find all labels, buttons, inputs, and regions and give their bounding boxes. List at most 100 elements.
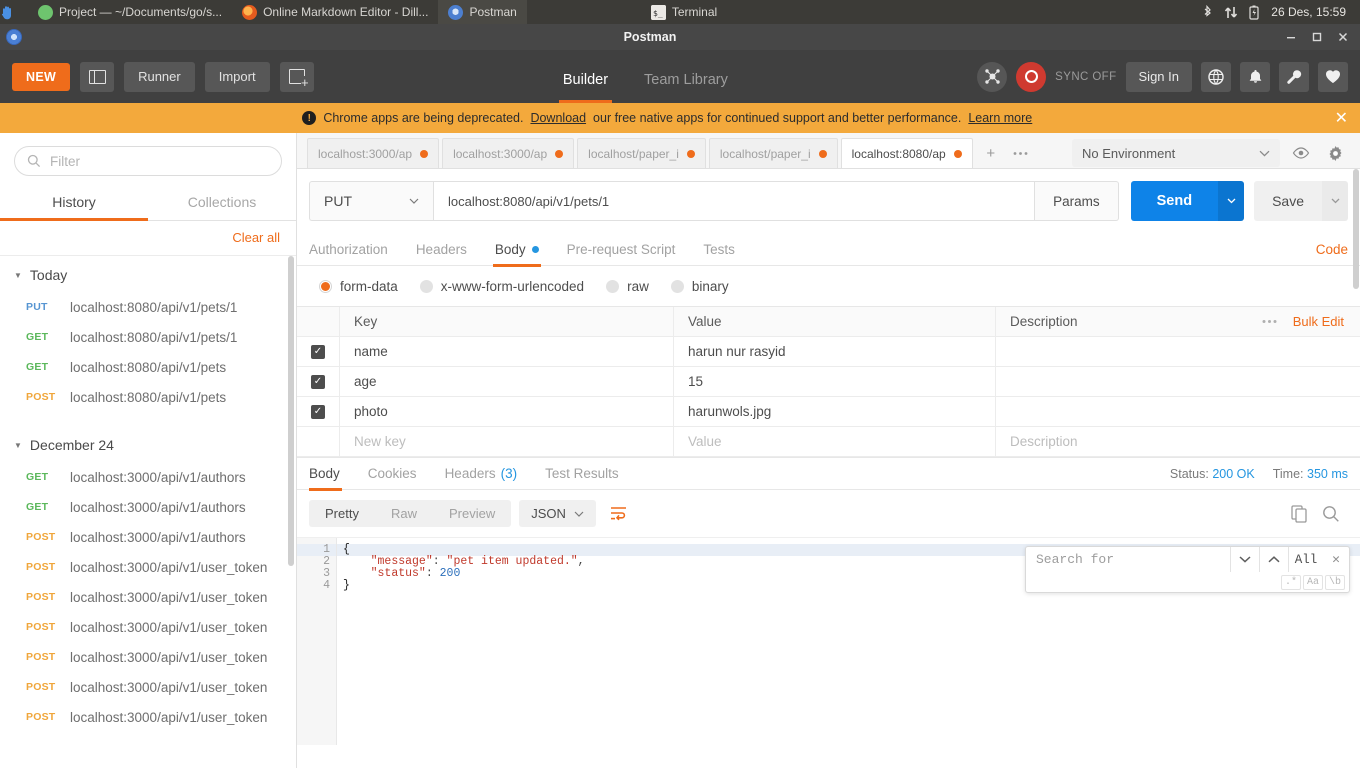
- row-key[interactable]: photo: [339, 397, 673, 426]
- row-description[interactable]: [995, 337, 1360, 366]
- search-input[interactable]: Filter: [14, 146, 282, 176]
- new-description-input[interactable]: Description: [995, 427, 1360, 456]
- table-row[interactable]: ✓ photo harunwols.jpg: [297, 397, 1360, 427]
- request-tab[interactable]: localhost/paper_i: [708, 138, 838, 168]
- bluetooth-icon[interactable]: [1202, 4, 1213, 20]
- row-description[interactable]: [995, 397, 1360, 426]
- tab-pre-request-script[interactable]: Pre-request Script: [553, 233, 690, 266]
- send-options-button[interactable]: [1218, 181, 1245, 221]
- wrench-button[interactable]: [1279, 61, 1309, 92]
- list-item[interactable]: POST localhost:3000/api/v1/user_token: [0, 672, 296, 702]
- environment-select[interactable]: No Environment: [1072, 139, 1280, 167]
- tab-tests[interactable]: Tests: [689, 233, 749, 266]
- new-window-button[interactable]: [279, 61, 314, 92]
- save-options-button[interactable]: [1322, 181, 1348, 221]
- banner-close-button[interactable]: ✕: [1335, 108, 1360, 128]
- code-link[interactable]: Code: [1316, 242, 1348, 257]
- list-item[interactable]: POST localhost:3000/api/v1/user_token: [0, 732, 296, 736]
- list-item[interactable]: GET localhost:3000/api/v1/authors: [0, 492, 296, 522]
- find-input[interactable]: Search for: [1026, 547, 1231, 572]
- row-checkbox[interactable]: ✓: [297, 397, 339, 426]
- response-tab-headers[interactable]: Headers (3): [431, 457, 532, 490]
- minimize-button[interactable]: [1278, 24, 1304, 50]
- globe-button[interactable]: [1201, 61, 1231, 92]
- find-all-button[interactable]: All: [1289, 547, 1323, 572]
- list-item[interactable]: POST localhost:3000/api/v1/user_token: [0, 612, 296, 642]
- send-button[interactable]: Send: [1130, 181, 1219, 221]
- new-button[interactable]: NEW: [12, 62, 71, 91]
- list-item[interactable]: POST localhost:3000/api/v1/authors: [0, 522, 296, 552]
- list-item[interactable]: POST localhost:3000/api/v1/user_token: [0, 582, 296, 612]
- banner-download-link[interactable]: Download: [530, 111, 586, 125]
- list-item[interactable]: GET localhost:8080/api/v1/pets/1: [0, 322, 296, 352]
- radio-form-data[interactable]: form-data: [319, 279, 398, 294]
- row-checkbox[interactable]: ✓: [297, 337, 339, 366]
- sign-in-button[interactable]: Sign In: [1125, 61, 1192, 92]
- tab-body[interactable]: Body: [481, 233, 553, 267]
- view-mode-preview[interactable]: Preview: [433, 500, 511, 527]
- regex-toggle[interactable]: .*: [1280, 574, 1301, 590]
- list-item[interactable]: GET localhost:3000/api/v1/authors: [0, 462, 296, 492]
- view-mode-raw[interactable]: Raw: [375, 500, 433, 527]
- sidebar-scrollbar[interactable]: [288, 256, 294, 566]
- table-row[interactable]: ✓ name harun nur rasyid: [297, 337, 1360, 367]
- request-tab[interactable]: localhost/paper_i: [577, 138, 706, 168]
- radio-raw[interactable]: raw: [606, 279, 649, 294]
- list-item[interactable]: PUT localhost:8080/api/v1/pets/1: [0, 292, 296, 322]
- find-prev-button[interactable]: [1260, 547, 1289, 572]
- sidebar-toggle-button[interactable]: [80, 61, 115, 92]
- response-tab-body[interactable]: Body: [309, 457, 354, 491]
- eye-button[interactable]: [1288, 140, 1314, 166]
- tab-authorization[interactable]: Authorization: [309, 233, 402, 266]
- bulk-edit-button[interactable]: Bulk Edit: [1293, 307, 1360, 336]
- row-key[interactable]: name: [339, 337, 673, 366]
- sync-button[interactable]: [1016, 61, 1047, 92]
- response-tab-test-results[interactable]: Test Results: [531, 457, 633, 490]
- interceptor-button[interactable]: [977, 61, 1008, 92]
- save-button[interactable]: Save: [1254, 181, 1322, 221]
- request-tab-active[interactable]: localhost:8080/ap: [840, 138, 973, 168]
- find-next-button[interactable]: [1231, 547, 1260, 572]
- network-updown-icon[interactable]: [1224, 5, 1238, 20]
- whole-word-toggle[interactable]: \b: [1324, 574, 1345, 590]
- params-button[interactable]: Params: [1035, 181, 1119, 221]
- list-item[interactable]: POST localhost:3000/api/v1/user_token: [0, 642, 296, 672]
- banner-learn-more-link[interactable]: Learn more: [968, 111, 1032, 125]
- word-wrap-button[interactable]: [604, 502, 633, 525]
- runner-button[interactable]: Runner: [124, 61, 195, 92]
- copy-button[interactable]: [1291, 504, 1308, 523]
- taskbar-item-terminal[interactable]: $_ Terminal: [641, 0, 727, 24]
- row-key[interactable]: age: [339, 367, 673, 396]
- table-row[interactable]: ✓ age 15: [297, 367, 1360, 397]
- more-options-icon[interactable]: [1262, 307, 1293, 336]
- import-button[interactable]: Import: [204, 61, 270, 92]
- close-button[interactable]: [1330, 24, 1356, 50]
- taskbar-item-markdown-editor[interactable]: Online Markdown Editor - Dill...: [232, 0, 438, 24]
- taskbar-item-project[interactable]: Project — ~/Documents/go/s...: [28, 0, 232, 24]
- taskbar-item-postman[interactable]: Postman: [438, 0, 527, 24]
- heart-button[interactable]: [1318, 61, 1348, 92]
- view-mode-pretty[interactable]: Pretty: [309, 500, 375, 527]
- maximize-button[interactable]: [1304, 24, 1330, 50]
- list-item[interactable]: POST localhost:8080/api/v1/pets: [0, 382, 296, 412]
- radio-binary[interactable]: binary: [670, 279, 729, 294]
- request-tab[interactable]: localhost:3000/ap: [442, 138, 575, 168]
- gear-button[interactable]: [1322, 140, 1348, 166]
- history-group-today[interactable]: ▼ Today: [0, 256, 296, 292]
- search-button[interactable]: [1322, 505, 1340, 523]
- table-new-row[interactable]: New key Value Description: [297, 427, 1360, 457]
- format-select[interactable]: JSON: [519, 500, 596, 527]
- list-item[interactable]: GET localhost:8080/api/v1/pets: [0, 352, 296, 382]
- bell-button[interactable]: [1240, 61, 1270, 92]
- row-value[interactable]: harun nur rasyid: [673, 337, 995, 366]
- clear-all-button[interactable]: Clear all: [232, 230, 280, 245]
- tab-headers[interactable]: Headers: [402, 233, 481, 266]
- url-input[interactable]: localhost:8080/api/v1/pets/1: [433, 181, 1036, 221]
- tab-options-button[interactable]: [1006, 138, 1036, 168]
- add-tab-button[interactable]: +: [976, 138, 1006, 168]
- history-group-december-24[interactable]: ▼ December 24: [0, 412, 296, 462]
- find-close-button[interactable]: ✕: [1323, 547, 1349, 572]
- row-value[interactable]: harunwols.jpg: [673, 397, 995, 426]
- main-scrollbar[interactable]: [1353, 169, 1359, 289]
- code-content[interactable]: { "message": "pet item updated.", "statu…: [337, 538, 1360, 745]
